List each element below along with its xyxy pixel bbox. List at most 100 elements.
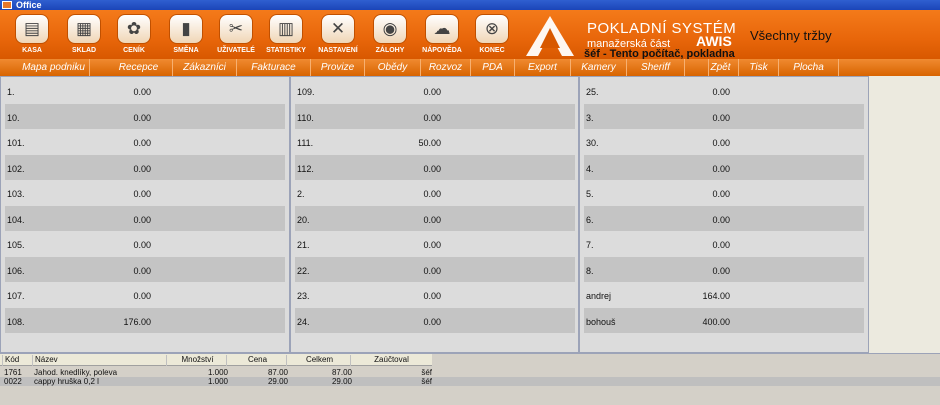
table-tile[interactable]: 102. 0.00 (5, 154, 285, 180)
table-tile[interactable]: 7. 0.00 (584, 231, 864, 256)
table-tile[interactable]: 111. 50.00 (295, 129, 575, 154)
table-tile[interactable]: 2. 0.00 (295, 180, 575, 205)
menu-item-9[interactable]: Kamery (571, 59, 627, 76)
menu-item-5[interactable]: Obědy (365, 59, 421, 76)
tile-amount: 0.00 (423, 87, 441, 97)
table-tile[interactable]: 105. 0.00 (5, 231, 285, 256)
menu-item-4[interactable]: Provize (311, 59, 365, 76)
tile-label: 7. (586, 240, 594, 250)
tile-amount: 400.00 (702, 316, 730, 327)
warehouse-icon: ▦ (67, 14, 101, 44)
column-header[interactable]: Množství (166, 355, 226, 366)
tile-amount: 0.00 (423, 163, 441, 174)
table-cell: 87.00 (331, 368, 352, 377)
table-tile[interactable]: 8. 0.00 (584, 256, 864, 282)
table-tile[interactable]: 22. 0.00 (295, 256, 575, 282)
menu-item-12[interactable]: Zpět (703, 59, 739, 76)
table-tile[interactable]: 4. 0.00 (584, 154, 864, 180)
tile-amount: 176.00 (123, 316, 151, 327)
tile-amount: 0.00 (133, 163, 151, 174)
table-tile[interactable]: 10. 0.00 (5, 103, 285, 129)
menu-item-10[interactable]: Sheriff (627, 59, 685, 76)
tile-amount: 0.00 (133, 189, 151, 199)
menu-item-1[interactable]: Recepce (105, 59, 173, 76)
menu-item-8[interactable]: Export (515, 59, 571, 76)
menu-item-3[interactable]: Fakturace (237, 59, 311, 76)
tile-amount: 0.00 (423, 240, 441, 250)
empty-area (869, 76, 940, 353)
table-tile[interactable]: 6. 0.00 (584, 205, 864, 231)
tile-label: 4. (586, 163, 594, 174)
table-cell: cappy hruška 0,2 l (34, 377, 99, 386)
table-tile[interactable]: andrej 164.00 (584, 282, 864, 307)
table-tile[interactable]: 109. 0.00 (295, 78, 575, 103)
table-tile[interactable]: 3. 0.00 (584, 103, 864, 129)
toolbar-button-7[interactable]: ◉ ZÁLOHY (366, 14, 414, 58)
tile-amount: 0.00 (423, 214, 441, 225)
toolbar-button-label: CENÍK (123, 47, 145, 54)
cash-register-icon: ▤ (15, 14, 49, 44)
column-header[interactable]: Zaúčtoval (350, 355, 430, 366)
menu-item-6[interactable]: Rozvoz (421, 59, 471, 76)
column-header[interactable]: Cena (226, 355, 286, 366)
toolbar-button-2[interactable]: ✿ CENÍK (110, 14, 158, 58)
column-header[interactable]: Kód (2, 355, 32, 366)
items-table: Kód Název Množství Cena Celkem Zaúčtoval 1761… (0, 353, 940, 405)
column-header[interactable]: Celkem (286, 355, 350, 366)
tile-label: 24. (297, 316, 310, 327)
help-icon: ☁ (425, 14, 459, 44)
menu-item-2[interactable]: Zákazníci (173, 59, 237, 76)
table-tile[interactable]: 5. 0.00 (584, 180, 864, 205)
table-tile[interactable]: 24. 0.00 (295, 307, 575, 333)
menu-item-14[interactable]: Plocha (779, 59, 839, 76)
items-table-header: Kód Název Množství Cena Celkem Zaúčtoval (0, 354, 432, 366)
table-tile[interactable]: 21. 0.00 (295, 231, 575, 256)
tile-label: 106. (7, 265, 25, 276)
toolbar-button-1[interactable]: ▦ SKLAD (60, 14, 108, 58)
tile-amount: 0.00 (133, 138, 151, 148)
tile-amount: 0.00 (423, 316, 441, 327)
awis-logo-icon (526, 16, 574, 56)
tile-label: 112. (297, 163, 314, 174)
toolbar-button-0[interactable]: ▤ KASA (8, 14, 56, 58)
brand-header: POKLADNÍ SYSTÉM manažerská část AWIS šéf… (520, 10, 940, 60)
toolbar-button-4[interactable]: ✂ UŽIVATELÉ (212, 14, 260, 58)
toolbar-button-label: UŽIVATELÉ (217, 47, 255, 54)
table-cell: 29.00 (267, 377, 288, 386)
tables-panel-2: 109. 0.00 110. 0.00 111. 50.00 112. 0.00 2. 0.00 2… (290, 76, 579, 353)
tile-amount: 50.00 (418, 138, 441, 148)
tile-label: 111. (297, 138, 314, 148)
table-tile[interactable]: 25. 0.00 (584, 78, 864, 103)
table-tile[interactable]: 20. 0.00 (295, 205, 575, 231)
toolbar-button-5[interactable]: ▥ STATISTIKY (262, 14, 310, 58)
tile-amount: 0.00 (712, 138, 730, 148)
tile-amount: 0.00 (133, 291, 151, 301)
table-tile[interactable]: 110. 0.00 (295, 103, 575, 129)
table-tile[interactable]: 1. 0.00 (5, 78, 285, 103)
menu-item-7[interactable]: PDA (471, 59, 515, 76)
table-tile[interactable]: bohouš 400.00 (584, 307, 864, 333)
table-tile[interactable]: 107. 0.00 (5, 282, 285, 307)
table-tile[interactable]: 108. 176.00 (5, 307, 285, 333)
menu-item-13[interactable]: Tisk (739, 59, 779, 76)
table-tile[interactable]: 101. 0.00 (5, 129, 285, 154)
table-tile[interactable]: 30. 0.00 (584, 129, 864, 154)
tile-label: 107. (7, 291, 25, 301)
toolbar-button-8[interactable]: ☁ NÁPOVĚDA (418, 14, 466, 58)
table-tile[interactable]: 23. 0.00 (295, 282, 575, 307)
tile-label: 25. (586, 87, 599, 97)
table-tile[interactable]: 104. 0.00 (5, 205, 285, 231)
column-header[interactable]: Název (32, 355, 166, 366)
toolbar-button-6[interactable]: ✕ NASTAVENÍ (314, 14, 362, 58)
table-row[interactable]: 1761 Jahod. knedlíky, poleva 1.000 87.00 87.… (0, 368, 940, 377)
table-row[interactable]: 0022 cappy hruška 0,2 l 1.000 29.00 29.00 šéf (0, 377, 940, 386)
tile-label: 22. (297, 265, 310, 276)
table-tile[interactable]: 106. 0.00 (5, 256, 285, 282)
table-tile[interactable]: 112. 0.00 (295, 154, 575, 180)
toolbar-button-9[interactable]: ⊗ KONEC (468, 14, 516, 58)
menu-item-0[interactable]: Mapa podniku (18, 59, 90, 76)
toolbar-button-3[interactable]: ▮ SMĚNA (162, 14, 210, 58)
table-cell: 1761 (4, 368, 22, 377)
table-tile[interactable]: 103. 0.00 (5, 180, 285, 205)
tile-label: 102. (7, 163, 25, 174)
